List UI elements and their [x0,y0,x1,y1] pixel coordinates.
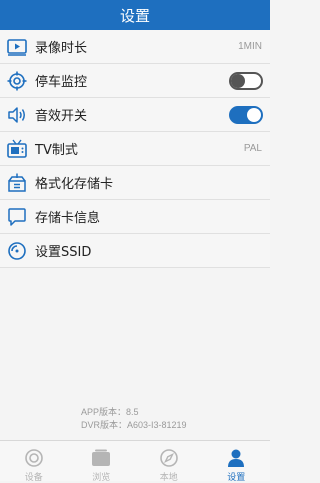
setting-label: 存储卡信息 [35,211,101,226]
setting-value: PAL [243,143,262,154]
tab-device[interactable]: 设备 [0,441,68,483]
setting-parking-monitor[interactable]: 停车监控 [0,64,270,98]
device-icon [24,448,44,468]
setting-sound-effects[interactable]: 音效开关 [0,98,270,132]
compass-icon [159,448,179,468]
setting-label: TV制式 [35,143,78,158]
card-info-icon [6,206,28,228]
setting-label: 设置SSID [35,245,92,260]
tv-icon [6,138,28,160]
page-title: 设置 [119,6,150,25]
tab-label: 本地 [159,473,178,483]
parking-target-icon [6,70,28,92]
format-box-icon [6,172,28,194]
toggle-knob [231,73,245,88]
settings-list: 录像时长 1MIN 停车监控 音效开关 TV制式 PAL 格式化存储卡 存储卡信… [0,30,270,268]
app-version: APP版本：8.5 [81,407,139,417]
toggle-knob [247,107,261,122]
setting-label: 音效开关 [35,109,88,124]
tab-browse[interactable]: 浏览 [68,441,136,483]
setting-tv-format[interactable]: TV制式 PAL [0,132,270,166]
page-title-bar: 设置 [0,0,270,30]
browse-icon [91,448,111,468]
setting-label: 停车监控 [35,75,88,90]
version-info: APP版本：8.5 DVR版本：A603-I3-81219 [0,406,270,432]
speaker-icon [6,104,28,126]
tab-label: 设备 [24,473,43,483]
setting-ssid[interactable]: 设置SSID [0,234,270,268]
setting-video-duration[interactable]: 录像时长 1MIN [0,30,270,64]
video-duration-icon [6,36,28,58]
tab-label: 浏览 [92,473,111,483]
ssid-icon [6,240,28,262]
tab-local[interactable]: 本地 [135,441,203,483]
setting-label: 录像时长 [35,41,88,56]
sound-effects-toggle[interactable] [229,105,263,124]
setting-value: 1MIN [238,41,262,52]
bottom-tab-bar: 设备 浏览 本地 设置 [0,440,271,483]
parking-monitor-toggle[interactable] [229,71,263,90]
setting-format-card[interactable]: 格式化存储卡 [0,166,270,200]
setting-card-info[interactable]: 存储卡信息 [0,200,270,234]
user-icon [226,448,246,468]
tab-settings[interactable]: 设置 [203,441,271,483]
tab-label: 设置 [227,473,246,483]
dvr-version: DVR版本：A603-I3-81219 [81,420,187,430]
setting-label: 格式化存储卡 [35,177,114,192]
